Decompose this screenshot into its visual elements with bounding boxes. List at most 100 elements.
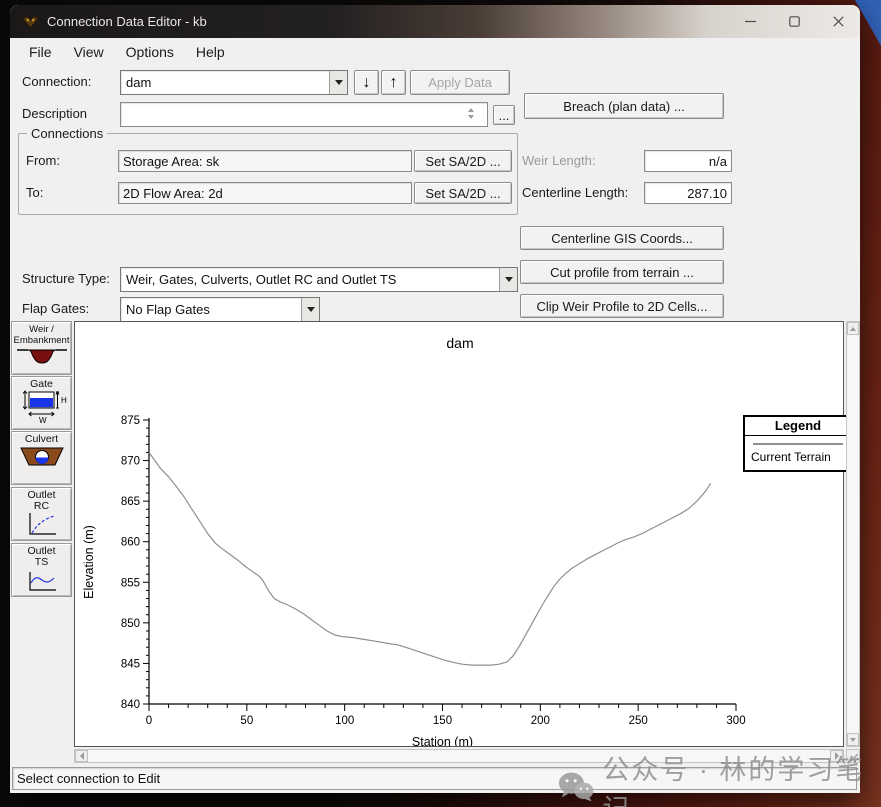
menu-help[interactable]: Help bbox=[187, 41, 234, 63]
set-sa2d-from-button[interactable]: Set SA/2D ... bbox=[414, 150, 512, 172]
scroll-right-icon bbox=[834, 752, 840, 760]
sidebar-button-outlet-ts[interactable]: Outlet TS bbox=[11, 543, 72, 597]
scroll-down-button[interactable] bbox=[847, 733, 859, 746]
arrow-up-icon: ↑ bbox=[390, 75, 398, 91]
to-label: To: bbox=[26, 185, 43, 200]
svg-text:855: 855 bbox=[121, 577, 140, 589]
svg-text:dam: dam bbox=[446, 335, 473, 351]
sidebar-button-culvert[interactable]: Culvert bbox=[11, 431, 72, 485]
maximize-icon bbox=[789, 16, 800, 27]
chart-legend: Legend Current Terrain bbox=[743, 415, 853, 472]
svg-text:870: 870 bbox=[121, 456, 140, 468]
svg-text:Elevation (m): Elevation (m) bbox=[82, 525, 96, 599]
status-bar: Select connection to Edit bbox=[12, 767, 857, 790]
from-field[interactable]: Storage Area: sk bbox=[118, 150, 412, 172]
resize-grip[interactable] bbox=[846, 749, 860, 763]
menubar: File View Options Help bbox=[10, 38, 860, 66]
culvert-icon bbox=[19, 445, 65, 469]
connection-combobox[interactable]: dam bbox=[120, 70, 348, 95]
outlet-rc-icon bbox=[26, 512, 58, 537]
sidebar-button-outlet-rc[interactable]: Outlet RC bbox=[11, 487, 72, 541]
svg-text:0: 0 bbox=[146, 715, 152, 727]
connection-dropdown-button[interactable] bbox=[329, 71, 347, 94]
clip-weir-profile-button[interactable]: Clip Weir Profile to 2D Cells... bbox=[520, 294, 724, 318]
flap-gates-combobox[interactable]: No Flap Gates bbox=[120, 297, 320, 322]
flap-gates-dropdown-button[interactable] bbox=[301, 298, 319, 321]
chart-horizontal-scrollbar[interactable] bbox=[74, 749, 844, 763]
menu-view[interactable]: View bbox=[65, 41, 113, 63]
description-label: Description bbox=[22, 106, 87, 121]
svg-text:840: 840 bbox=[121, 699, 140, 711]
structure-type-value: Weir, Gates, Culverts, Outlet RC and Out… bbox=[121, 272, 499, 287]
minimize-icon bbox=[745, 16, 756, 27]
centerline-length-value: 287.10 bbox=[644, 182, 732, 204]
svg-text:860: 860 bbox=[121, 537, 140, 549]
centerline-gis-coords-button[interactable]: Centerline GIS Coords... bbox=[520, 226, 724, 250]
to-value: 2D Flow Area: 2d bbox=[123, 186, 223, 201]
legend-entry-current-terrain: Current Terrain bbox=[751, 450, 845, 464]
connection-data-editor-window: Connection Data Editor - kb File View Op… bbox=[10, 5, 860, 793]
next-connection-button[interactable]: ↑ bbox=[381, 70, 406, 95]
structure-type-label: Structure Type: bbox=[22, 271, 110, 286]
svg-text:50: 50 bbox=[240, 715, 253, 727]
svg-text:150: 150 bbox=[433, 715, 452, 727]
previous-connection-button[interactable]: ↓ bbox=[354, 70, 379, 95]
to-field[interactable]: 2D Flow Area: 2d bbox=[118, 182, 412, 204]
connection-value: dam bbox=[121, 75, 329, 90]
scroll-right-button[interactable] bbox=[830, 750, 843, 762]
outlet-ts-icon bbox=[26, 568, 58, 593]
description-input[interactable] bbox=[120, 102, 488, 127]
structure-type-combobox[interactable]: Weir, Gates, Culverts, Outlet RC and Out… bbox=[120, 267, 518, 292]
svg-text:300: 300 bbox=[726, 715, 745, 727]
sidebar-button-gate[interactable]: Gate H W bbox=[11, 376, 72, 430]
scroll-left-button[interactable] bbox=[75, 750, 88, 762]
svg-text:H: H bbox=[61, 396, 67, 405]
spinner-down-icon bbox=[468, 115, 474, 119]
chevron-down-icon bbox=[307, 307, 315, 312]
breach-plan-data-button[interactable]: Breach (plan data) ... bbox=[524, 93, 724, 119]
minimize-button[interactable] bbox=[728, 5, 772, 38]
legend-line-sample bbox=[753, 443, 843, 445]
maximize-button[interactable] bbox=[772, 5, 816, 38]
status-text: Select connection to Edit bbox=[17, 771, 160, 786]
menu-file[interactable]: File bbox=[20, 41, 61, 63]
cut-profile-from-terrain-button[interactable]: Cut profile from terrain ... bbox=[520, 260, 724, 284]
flap-gates-value: No Flap Gates bbox=[121, 302, 301, 317]
close-icon bbox=[833, 16, 844, 27]
resize-grip-icon bbox=[847, 751, 859, 763]
gate-icon: H W bbox=[17, 390, 67, 424]
legend-title: Legend bbox=[745, 417, 851, 436]
structure-type-dropdown-button[interactable] bbox=[499, 268, 517, 291]
description-ellipsis-button[interactable]: ... bbox=[493, 105, 515, 125]
svg-text:100: 100 bbox=[335, 715, 354, 727]
flap-gates-label: Flap Gates: bbox=[22, 301, 89, 316]
chevron-down-icon bbox=[505, 277, 513, 282]
close-button[interactable] bbox=[816, 5, 860, 38]
weir-length-label: Weir Length: bbox=[522, 153, 595, 168]
svg-text:850: 850 bbox=[121, 618, 140, 630]
menu-options[interactable]: Options bbox=[117, 41, 183, 63]
chevron-down-icon bbox=[335, 80, 343, 85]
from-value: Storage Area: sk bbox=[123, 154, 219, 169]
apply-data-button[interactable]: Apply Data bbox=[410, 70, 510, 95]
description-spinner[interactable] bbox=[468, 108, 474, 119]
set-sa2d-to-button[interactable]: Set SA/2D ... bbox=[414, 182, 512, 204]
titlebar[interactable]: Connection Data Editor - kb bbox=[10, 5, 860, 38]
spinner-up-icon bbox=[468, 108, 474, 112]
weir-length-value: n/a bbox=[644, 150, 732, 172]
chart-vertical-scrollbar[interactable] bbox=[846, 321, 860, 747]
svg-text:865: 865 bbox=[121, 496, 140, 508]
scroll-left-icon bbox=[79, 752, 85, 760]
window-controls bbox=[728, 5, 860, 38]
connection-label: Connection: bbox=[22, 74, 91, 89]
svg-text:W: W bbox=[39, 416, 47, 424]
sidebar-button-weir-embankment[interactable]: Weir / Embankment bbox=[11, 321, 72, 375]
svg-text:200: 200 bbox=[531, 715, 550, 727]
svg-text:Station (m): Station (m) bbox=[412, 735, 473, 746]
scroll-up-button[interactable] bbox=[847, 322, 859, 335]
hec-ras-app-icon bbox=[22, 15, 39, 29]
window-title: Connection Data Editor - kb bbox=[47, 14, 207, 29]
arrow-down-icon: ↓ bbox=[363, 75, 371, 91]
centerline-length-label: Centerline Length: bbox=[522, 185, 628, 200]
scroll-up-icon bbox=[850, 327, 856, 331]
